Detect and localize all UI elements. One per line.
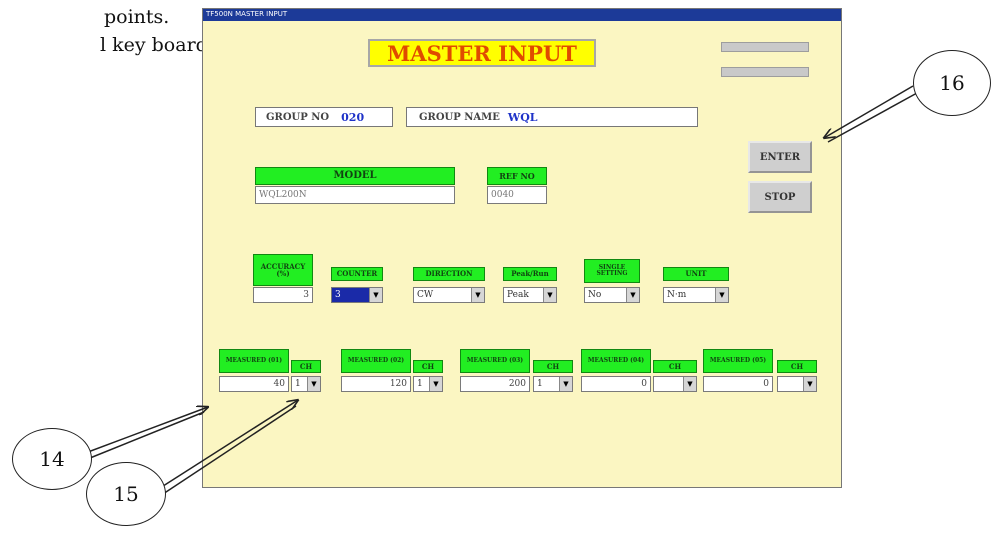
- arrow-15: [159, 400, 298, 489]
- callout-15: 15: [86, 462, 166, 526]
- callout-14: 14: [12, 428, 92, 490]
- arrow-14: [87, 407, 208, 453]
- callout-16: 16: [913, 50, 991, 116]
- arrow-16-tail: [827, 92, 918, 143]
- annotation-arrows: [87, 85, 918, 495]
- arrow-14-tail: [89, 411, 205, 459]
- arrow-15-tail: [162, 405, 297, 495]
- arrow-16: [824, 85, 914, 138]
